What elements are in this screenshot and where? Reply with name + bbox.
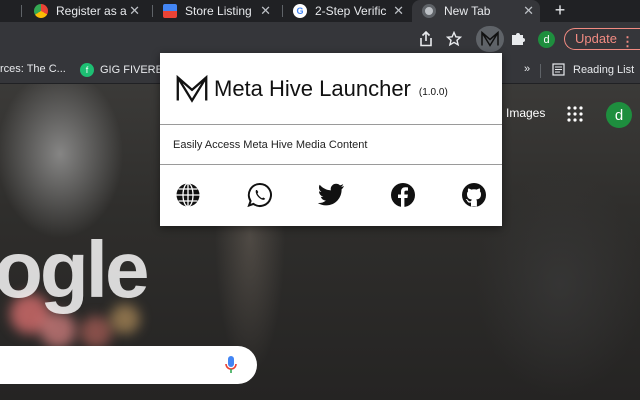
- bookmark-item[interactable]: rces: The C...: [0, 63, 66, 75]
- popup-description: Easily Access Meta Hive Media Content: [160, 125, 502, 165]
- tab-new-tab[interactable]: New Tab ✕: [412, 0, 540, 22]
- voice-search-icon[interactable]: [225, 356, 237, 374]
- meta-hive-extension-button[interactable]: [476, 26, 504, 52]
- new-tab-button[interactable]: +: [550, 0, 570, 22]
- update-button[interactable]: Update ⋮: [564, 28, 640, 50]
- reading-list-button[interactable]: Reading List: [552, 63, 634, 76]
- reading-list-label: Reading List: [573, 63, 635, 76]
- search-input[interactable]: [0, 346, 257, 384]
- facebook-icon[interactable]: [389, 181, 417, 209]
- close-icon[interactable]: ✕: [523, 3, 534, 19]
- images-link[interactable]: Images: [506, 106, 545, 120]
- globe-icon[interactable]: [174, 181, 202, 209]
- profile-avatar[interactable]: d: [538, 31, 555, 48]
- bookmark-star-icon[interactable]: [444, 29, 464, 49]
- twitter-icon[interactable]: [317, 181, 345, 209]
- bookmark-label: GIG FIVERE: [100, 64, 163, 76]
- background-bokeh: [40, 312, 76, 348]
- close-icon[interactable]: ✕: [129, 3, 140, 19]
- google-logo: ogle: [0, 225, 149, 314]
- tab-title: Store Listing: [185, 4, 252, 18]
- version-label: (1.0.0): [418, 87, 448, 98]
- update-label: Update: [575, 31, 617, 46]
- tab-title: Register as a: [56, 4, 127, 18]
- close-icon[interactable]: ✕: [260, 3, 271, 19]
- profile-avatar[interactable]: d: [606, 102, 632, 128]
- close-icon[interactable]: ✕: [393, 3, 404, 19]
- webstore-icon: [163, 4, 177, 18]
- menu-dots-icon: ⋮: [621, 34, 634, 49]
- fiverr-icon: f: [80, 63, 94, 77]
- extensions-puzzle-icon[interactable]: [508, 29, 528, 49]
- social-links: [160, 165, 502, 225]
- tab-separator: [152, 5, 153, 17]
- tab-store-listing[interactable]: Store Listing ✕: [157, 0, 277, 22]
- whatsapp-icon[interactable]: [246, 181, 274, 209]
- google-icon: G: [293, 4, 307, 18]
- bookmark-item[interactable]: f GIG FIVERE: [80, 63, 163, 77]
- tab-title: New Tab: [444, 4, 491, 18]
- bookmark-label: rces: The C...: [0, 63, 66, 75]
- apps-grid-icon[interactable]: [567, 106, 583, 122]
- popup-title: Meta Hive Launcher: [214, 75, 411, 101]
- github-icon[interactable]: [460, 181, 488, 209]
- tab-separator: [282, 5, 283, 17]
- bookmarks-divider: [540, 64, 541, 78]
- chrome-icon: [34, 4, 48, 18]
- bookmarks-overflow-icon[interactable]: »: [524, 63, 530, 75]
- extension-popup: Meta Hive Launcher (1.0.0) Easily Access…: [160, 53, 502, 226]
- tab-2-step[interactable]: G 2-Step Verific ✕: [287, 0, 410, 22]
- new-tab-icon: [422, 4, 436, 18]
- tab-title: 2-Step Verific: [315, 4, 387, 18]
- browser-toolbar: d Update ⋮: [0, 22, 640, 56]
- tab-register[interactable]: Register as a ✕: [28, 0, 146, 22]
- meta-hive-logo-icon: [176, 74, 208, 103]
- tab-strip: Register as a ✕ Store Listing ✕ G 2-Step…: [0, 0, 640, 22]
- tab-separator: [21, 5, 22, 17]
- background-bokeh: [80, 316, 112, 348]
- share-icon[interactable]: [416, 29, 436, 49]
- meta-hive-logo-icon: [481, 31, 499, 47]
- reading-list-icon: [552, 63, 565, 76]
- popup-header: Meta Hive Launcher (1.0.0): [160, 53, 502, 125]
